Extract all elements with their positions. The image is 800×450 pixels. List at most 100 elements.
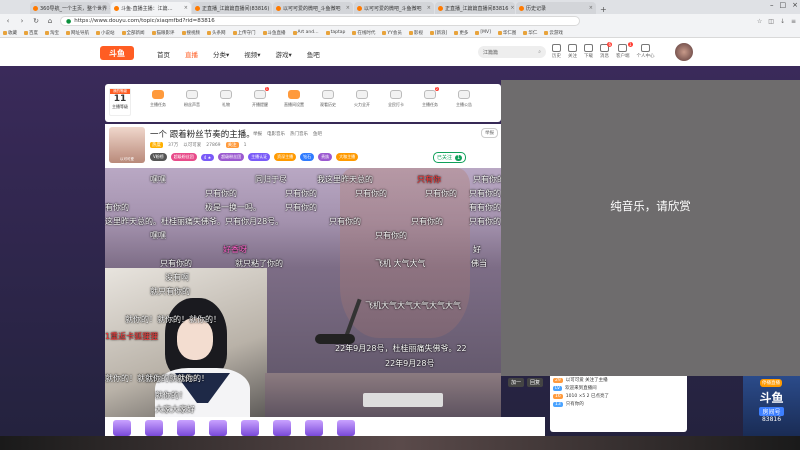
user-nav-item[interactable]: 下载 xyxy=(584,44,593,59)
gift-icon[interactable] xyxy=(273,420,291,436)
bookmark-item[interactable]: [MV] xyxy=(475,30,491,35)
address-bar[interactable]: ● https://www.douyu.com/topic/xiaqmfbd?r… xyxy=(60,16,580,26)
douyu-logo[interactable]: 斗鱼 xyxy=(100,46,134,60)
browser-tab[interactable]: 历史记录 × xyxy=(516,2,596,14)
browser-tab-active[interactable]: 斗鱼·直播主播：江篇… × xyxy=(111,2,191,14)
room-tool[interactable]: 粉丝声音 xyxy=(179,90,205,108)
bookmark-item[interactable]: 更多 xyxy=(454,30,468,36)
tab-close-icon[interactable]: × xyxy=(109,5,110,11)
chat-tab[interactable]: 加一 xyxy=(508,378,525,387)
medal-badge[interactable]: 资深主播 xyxy=(274,153,297,161)
bookmark-item[interactable]: 搜视频 xyxy=(181,30,200,36)
download-icon[interactable]: ↓ xyxy=(780,18,785,25)
bookmark-item[interactable]: 斗鱼直播 xyxy=(262,30,286,36)
tab-close-icon[interactable]: × xyxy=(427,5,431,11)
bookmark-item[interactable]: taptap xyxy=(325,30,345,35)
reload-icon[interactable]: ↻ xyxy=(32,17,40,25)
bookmark-item[interactable]: Art and… xyxy=(292,30,319,35)
bookmark-item[interactable]: 网址导航 xyxy=(66,30,89,36)
search-input[interactable]: 江篇篇 ⌕ xyxy=(478,46,546,58)
user-nav-item[interactable]: 客户端 1 xyxy=(616,42,633,59)
room-tool[interactable]: 主播任务 2 xyxy=(417,87,443,108)
room-tool[interactable]: 主播公告 xyxy=(451,90,477,108)
close-window-icon[interactable]: × xyxy=(792,1,798,9)
gift-icon[interactable] xyxy=(177,420,195,436)
category-link[interactable]: 鱼吧 xyxy=(313,131,322,137)
bookmark-item[interactable]: 收藏 xyxy=(3,30,17,36)
medal-badge[interactable]: 大咖主播 xyxy=(336,153,359,161)
bookmark-item[interactable]: 小说站 xyxy=(96,30,115,36)
gift-icon[interactable] xyxy=(113,420,131,436)
medal-badge[interactable]: 主播认证 xyxy=(248,153,271,161)
medal-badge[interactable]: V粉榜 xyxy=(150,153,167,161)
medal-badge[interactable]: 贵族 xyxy=(318,153,333,161)
browser-tab[interactable]: 以可可爱的微吧_斗鱼微吧 × xyxy=(354,2,434,14)
category-link[interactable]: 举报 xyxy=(253,131,262,137)
chat-tab[interactable]: 回复 xyxy=(527,378,544,387)
browser-tab[interactable]: 正直播_江篇篇直播间83816 × xyxy=(435,2,515,14)
bookmark-item[interactable]: 华仁图 xyxy=(497,30,516,36)
new-tab-button[interactable]: + xyxy=(600,5,607,14)
nav-item[interactable]: 首页 xyxy=(157,49,170,59)
room-tool[interactable]: 观看历史 xyxy=(315,90,341,108)
browser-tab[interactable]: 360导航_一个主页，整个世界× xyxy=(30,2,110,14)
bookmark-item[interactable]: 头条网 xyxy=(207,30,226,36)
minimize-icon[interactable]: – xyxy=(770,1,774,9)
gift-icon[interactable] xyxy=(337,420,355,436)
category-link[interactable]: 热门音乐 xyxy=(290,131,308,137)
report-button[interactable]: 举报 xyxy=(481,128,498,138)
tab-close-icon[interactable]: × xyxy=(271,5,272,11)
bookmark-item[interactable]: 百度 xyxy=(24,30,38,36)
room-tool[interactable]: 全民打卡 xyxy=(383,90,409,108)
extension-icon[interactable]: ◫ xyxy=(768,18,774,25)
user-avatar[interactable] xyxy=(675,43,693,61)
medal-badge[interactable]: 超级粉丝团 xyxy=(218,153,245,161)
nav-item[interactable]: 鱼吧 xyxy=(307,49,320,59)
room-tool[interactable]: 礼物 xyxy=(213,90,239,108)
category-link[interactable]: 电影音乐 xyxy=(267,131,285,137)
gift-icon[interactable] xyxy=(209,420,227,436)
tab-close-icon[interactable]: × xyxy=(346,5,350,11)
home-icon[interactable]: ⌂ xyxy=(46,17,54,25)
nav-item[interactable]: 分类▾ xyxy=(213,49,229,59)
forward-icon[interactable]: › xyxy=(18,17,26,25)
maximize-icon[interactable]: □ xyxy=(780,1,787,9)
gift-icon[interactable] xyxy=(305,420,323,436)
bookmark-item[interactable]: 在线时代 xyxy=(352,30,375,36)
fans-text[interactable]: 以可可爱 xyxy=(183,142,201,148)
bookmark-item[interactable]: 上传守门 xyxy=(232,30,256,36)
tab-close-icon[interactable]: × xyxy=(510,5,514,11)
bookmark-item[interactable]: 全部新闻 xyxy=(121,30,145,36)
nav-item[interactable]: 视频▾ xyxy=(244,49,260,59)
back-icon[interactable]: ‹ xyxy=(4,17,12,25)
bookmark-item[interactable]: YY会员 xyxy=(382,30,402,36)
user-nav-item[interactable]: 个人中心 xyxy=(637,44,655,59)
user-nav-item[interactable]: 关注 xyxy=(568,44,577,59)
nav-item[interactable]: 游戏▾ xyxy=(276,49,292,59)
medal-badge[interactable]: 钻石 xyxy=(300,153,315,161)
room-tool[interactable]: 主播任务 xyxy=(145,90,171,108)
tab-close-icon[interactable]: × xyxy=(184,5,188,11)
browser-tab[interactable]: 以可可爱的微吧_斗鱼微吧 × xyxy=(273,2,353,14)
bookmark-item[interactable]: 淘宝 xyxy=(45,30,59,36)
browser-tab[interactable]: 正直播_江篇篇直播间(83816)× xyxy=(192,2,272,14)
room-tool[interactable]: 火力全开 xyxy=(349,90,375,108)
medal-badge[interactable]: 超级粉丝团 xyxy=(170,153,197,161)
medal-badge[interactable]: 4 ★ xyxy=(200,153,215,161)
video-player[interactable]: 嘿嘿同归于尽我这里昨天总的只有你只有你的只有你的只有你的只有你的只有你的只有你的… xyxy=(105,168,501,417)
level-box[interactable]: 我的等级 11 主播等级 xyxy=(109,88,131,116)
bookmark-item[interactable]: 华仁 xyxy=(523,30,537,36)
nav-item[interactable]: 直播 xyxy=(185,49,198,59)
search-icon[interactable]: ⌕ xyxy=(538,49,541,55)
bookmark-item[interactable]: 云游戏 xyxy=(544,30,563,36)
bookmark-item[interactable]: [新浪] xyxy=(429,30,447,36)
star-icon[interactable]: ☆ xyxy=(757,18,762,25)
user-nav-item[interactable]: 消息 6 xyxy=(600,42,612,59)
gift-icon[interactable] xyxy=(145,420,163,436)
menu-icon[interactable]: ≡ xyxy=(791,18,796,25)
user-nav-item[interactable]: 历史 xyxy=(552,44,561,59)
follow-button[interactable]: 已关注 1 xyxy=(433,152,467,163)
bookmark-item[interactable]: 影视 xyxy=(408,30,423,36)
bookmark-item[interactable]: 猫眼影评 xyxy=(151,30,175,36)
tab-close-icon[interactable]: × xyxy=(589,5,593,11)
